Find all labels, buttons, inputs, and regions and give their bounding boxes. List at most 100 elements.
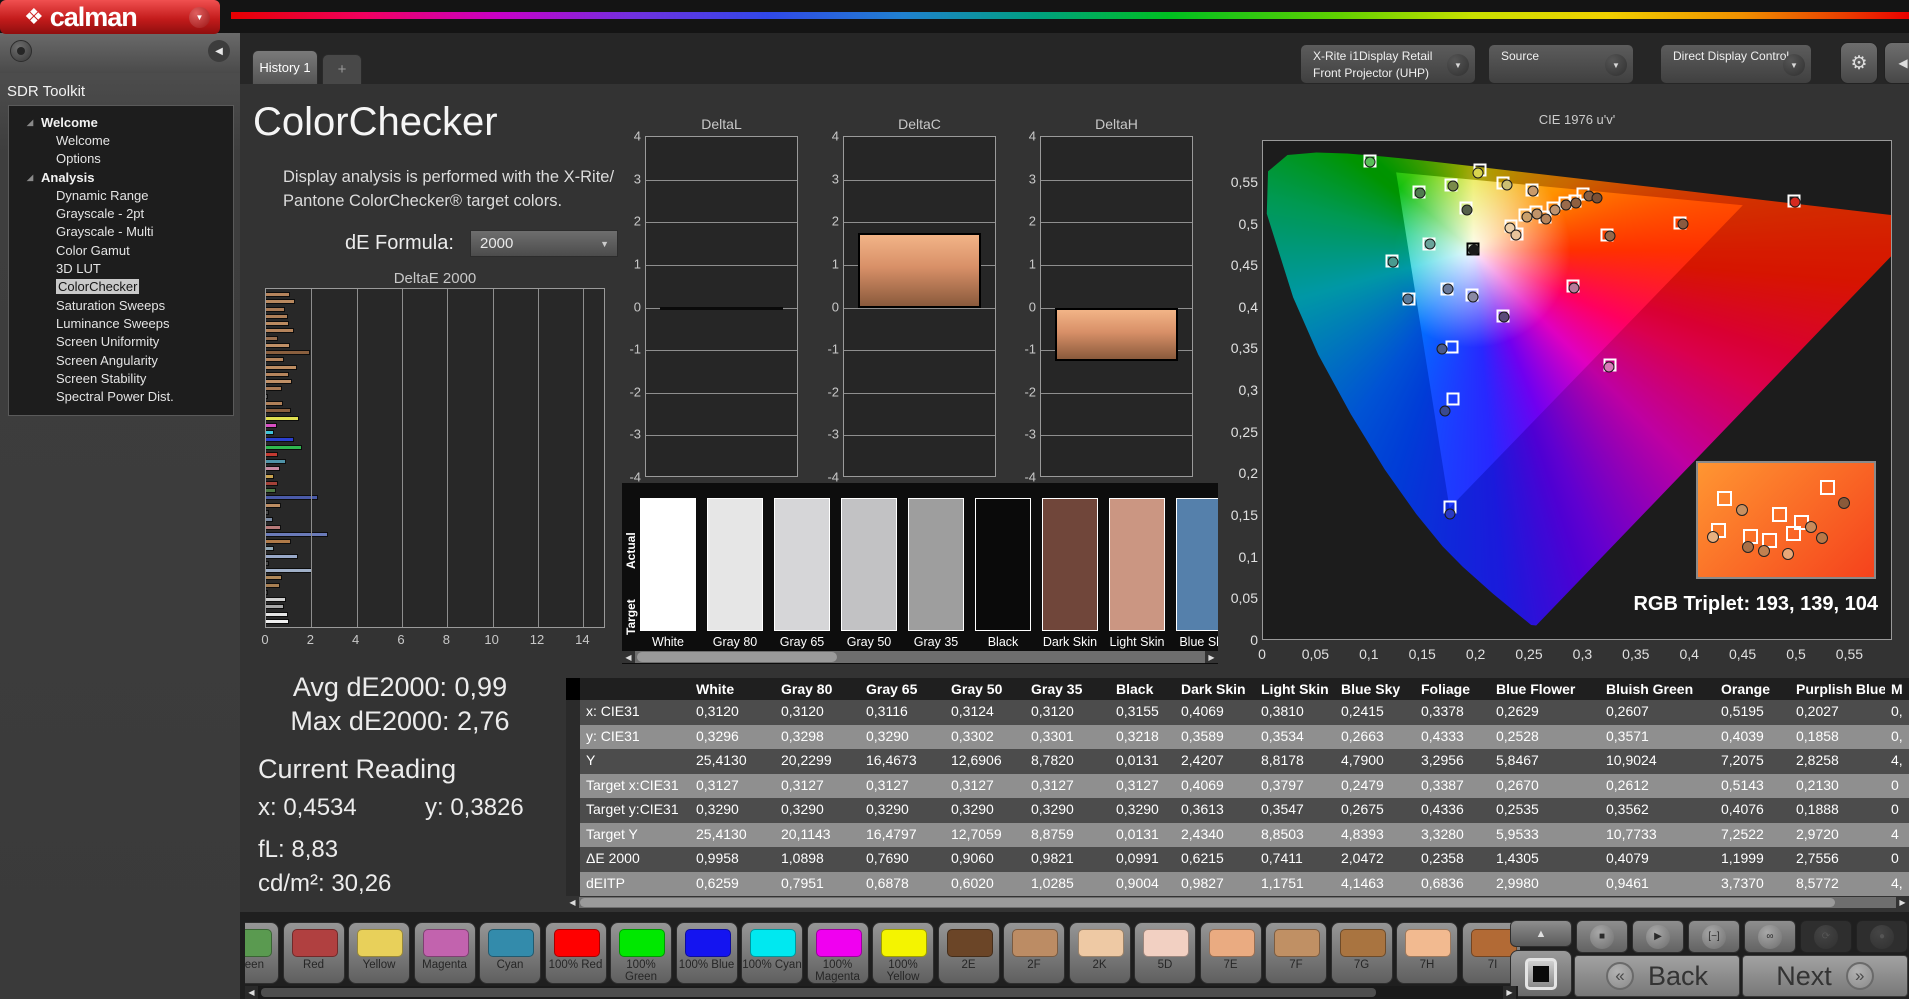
patch-button-yellow[interactable]: Yellow	[348, 922, 410, 984]
table-cell: 20,2299	[775, 749, 860, 774]
collapse-left-icon: ◀	[1898, 56, 1907, 70]
sidebar-item-saturation-sweeps[interactable]: Saturation Sweeps	[9, 296, 233, 314]
bottom-scrollbar[interactable]: ◀ ▶	[245, 986, 1518, 999]
table-cell: 0,2607	[1600, 700, 1715, 725]
panel-up-button[interactable]: ▲	[1510, 920, 1572, 947]
stop-button[interactable]: ■	[1576, 920, 1628, 953]
patch-button-100-yellow[interactable]: 100% Yellow	[872, 922, 934, 984]
sidebar-item-options[interactable]: Options	[9, 150, 233, 168]
sidebar-item-3d-lut[interactable]: 3D LUT	[9, 259, 233, 277]
patch-button-2k[interactable]: 2K	[1069, 922, 1131, 984]
interval-icon: [−]	[1702, 925, 1726, 949]
swatch-gray-65[interactable]	[774, 498, 830, 631]
swatch-scroll-thumb[interactable]	[637, 652, 837, 662]
patch-button-red[interactable]: Red	[283, 922, 345, 984]
patch-button-100-blue[interactable]: 100% Blue	[676, 922, 738, 984]
patch-button-7e[interactable]: 7E	[1200, 922, 1262, 984]
sidebar-item-screen-stability[interactable]: Screen Stability	[9, 369, 233, 387]
scroll-left-icon[interactable]: ◀	[566, 897, 579, 908]
sidebar-item-grayscale-multi[interactable]: Grayscale - Multi	[9, 223, 233, 241]
expand-arrow-icon[interactable]: ◢	[27, 118, 41, 127]
logo-menu-chevron-icon[interactable]: ▼	[189, 7, 210, 28]
swatch-scrollbar[interactable]: ◀ ▶	[622, 651, 1218, 663]
expand-arrow-icon[interactable]: ◢	[27, 173, 41, 182]
patch-color	[1340, 929, 1386, 957]
tree-group-welcome[interactable]: ◢Welcome	[9, 113, 233, 131]
table-cell: 0,3290	[945, 798, 1025, 823]
scroll-right-icon[interactable]: ▶	[1205, 651, 1218, 663]
bottom-scroll-thumb[interactable]	[261, 988, 1376, 997]
scroll-left-icon[interactable]: ◀	[245, 986, 258, 999]
next-label: Next	[1776, 961, 1832, 992]
meter-dropdown[interactable]: X-Rite i1Display Retail Front Projector …	[1300, 44, 1476, 84]
patch-button-cyan[interactable]: Cyan	[479, 922, 541, 984]
add-tab-button[interactable]: +	[322, 54, 362, 84]
patch-button-magenta[interactable]: Magenta	[414, 922, 476, 984]
sidebar-item-colorchecker[interactable]: ColorChecker	[9, 278, 233, 296]
patch-button-7f[interactable]: 7F	[1265, 922, 1327, 984]
column-header: Dark Skin	[1175, 678, 1255, 700]
sidebar-item-color-gamut[interactable]: Color Gamut	[9, 241, 233, 259]
source-chevron-down-icon[interactable]: ▼	[1605, 54, 1627, 76]
sidebar-collapse-button[interactable]: ◀	[208, 40, 230, 62]
sidebar-item-spectral-power-dist-[interactable]: Spectral Power Dist.	[9, 387, 233, 405]
swatch-black[interactable]	[975, 498, 1031, 631]
sidebar-item-screen-angularity[interactable]: Screen Angularity	[9, 351, 233, 369]
window-pattern-button[interactable]	[1510, 950, 1572, 997]
measured-point	[1541, 213, 1552, 224]
tab-history-1[interactable]: History 1	[252, 50, 318, 84]
deltaH-plot	[1040, 136, 1193, 477]
sidebar-item-grayscale-2pt[interactable]: Grayscale - 2pt	[9, 204, 233, 222]
measured-point	[1461, 204, 1472, 215]
scroll-right-icon[interactable]: ▶	[1896, 897, 1909, 908]
sidebar-item-screen-uniformity[interactable]: Screen Uniformity	[9, 333, 233, 351]
patch-button-2f[interactable]: 2F	[1003, 922, 1065, 984]
sidebar-item-luminance-sweeps[interactable]: Luminance Sweeps	[9, 314, 233, 332]
table-scroll-thumb[interactable]	[580, 898, 1835, 907]
table-scrollbar[interactable]: ◀ ▶	[566, 897, 1909, 908]
patch-button-green[interactable]: Green	[245, 922, 279, 984]
swatch-white[interactable]	[640, 498, 696, 631]
tree-item-label: Welcome	[56, 133, 110, 148]
back-button[interactable]: « Back	[1574, 955, 1740, 997]
patch-label: 100% Green	[611, 959, 671, 983]
patch-button-100-cyan[interactable]: 100% Cyan	[741, 922, 803, 984]
sidebar-radio-icon[interactable]	[10, 40, 32, 62]
swatch-dark-skin[interactable]	[1042, 498, 1098, 631]
source-dropdown[interactable]: Source ▼	[1488, 44, 1634, 84]
scroll-right-icon[interactable]: ▶	[1503, 986, 1516, 999]
swatch-gray-50[interactable]	[841, 498, 897, 631]
patch-button-2e[interactable]: 2E	[938, 922, 1000, 984]
sidebar-item-dynamic-range[interactable]: Dynamic Range	[9, 186, 233, 204]
table-cell: 0,2027	[1790, 700, 1885, 725]
table-cell: 0,7411	[1255, 847, 1335, 872]
meter-chevron-down-icon[interactable]: ▼	[1447, 54, 1469, 76]
patch-button-100-red[interactable]: 100% Red	[545, 922, 607, 984]
loop-button[interactable]: ∞	[1744, 920, 1796, 953]
swatch-gray-80[interactable]	[707, 498, 763, 631]
panel-collapse-button[interactable]: ◀	[1884, 42, 1909, 84]
table-cell: 4	[1885, 823, 1909, 848]
display-control-dropdown[interactable]: Direct Display Control ▼	[1660, 44, 1812, 84]
target-square	[1447, 392, 1460, 405]
display-control-chevron-down-icon[interactable]: ▼	[1783, 54, 1805, 76]
de-formula-select[interactable]: 2000 ▼	[470, 230, 618, 257]
next-button[interactable]: Next »	[1742, 955, 1908, 997]
settings-gear-button[interactable]: ⚙	[1840, 42, 1878, 84]
play-button[interactable]: ▶	[1632, 920, 1684, 953]
tree-group-analysis[interactable]: ◢Analysis	[9, 168, 233, 186]
interval-button[interactable]: [−]	[1688, 920, 1740, 953]
swatch-blue-sky[interactable]	[1176, 498, 1218, 631]
measured-point	[1570, 197, 1581, 208]
swatch-light-skin[interactable]	[1109, 498, 1165, 631]
tree-item-label: Luminance Sweeps	[56, 316, 169, 331]
patch-button-100-magenta[interactable]: 100% Magenta	[807, 922, 869, 984]
patch-button-100-green[interactable]: 100% Green	[610, 922, 672, 984]
sidebar-item-welcome[interactable]: Welcome	[9, 131, 233, 149]
patch-button-5d[interactable]: 5D	[1134, 922, 1196, 984]
calman-logo-button[interactable]: ❖ calman ▼	[0, 0, 220, 34]
scroll-left-icon[interactable]: ◀	[622, 651, 635, 663]
patch-button-7h[interactable]: 7H	[1396, 922, 1458, 984]
swatch-gray-35[interactable]	[908, 498, 964, 631]
patch-button-7g[interactable]: 7G	[1331, 922, 1393, 984]
